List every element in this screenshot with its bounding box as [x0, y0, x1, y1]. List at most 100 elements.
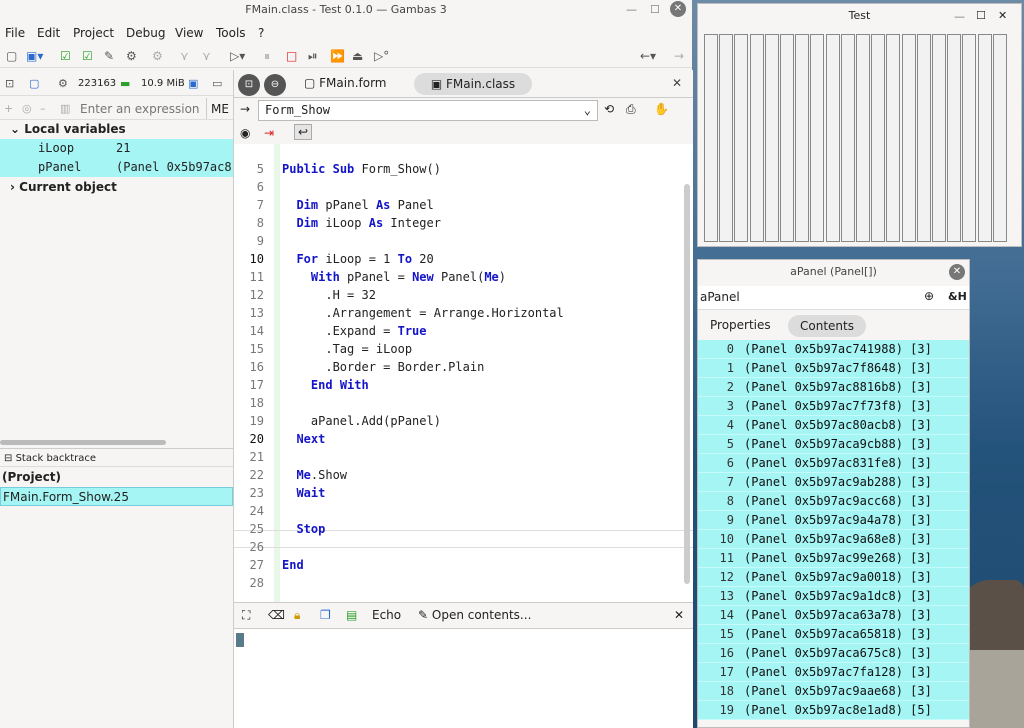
code-line[interactable]: 25 Stop: [234, 520, 693, 538]
array-item-row[interactable]: 16 (Panel 0x5b97aca675c8) [3]: [698, 644, 969, 663]
zoom-icon[interactable]: ⊕: [924, 289, 934, 303]
local-var-row[interactable]: iLoop 21: [0, 139, 233, 158]
print-icon[interactable]: ⎙: [626, 102, 636, 117]
open-project-icon[interactable]: ▣▾: [26, 49, 43, 63]
menu-debug[interactable]: Debug: [126, 26, 165, 40]
expression-field[interactable]: aPanel: [700, 290, 740, 304]
array-item-row[interactable]: 19 (Panel 0x5b97ac8e1ad8) [5]: [698, 701, 969, 720]
edit-icon[interactable]: ✎: [104, 49, 114, 63]
code-line[interactable]: 9: [234, 232, 693, 250]
code-line[interactable]: 12 .H = 32: [234, 286, 693, 304]
code-line[interactable]: 17 End With: [234, 376, 693, 394]
folder-icon[interactable]: ▢: [29, 72, 39, 95]
save-all-icon[interactable]: ☑: [82, 49, 93, 63]
stack-frame-project[interactable]: (Project): [0, 468, 233, 487]
code-line[interactable]: 14 .Expand = True: [234, 322, 693, 340]
array-item-row[interactable]: 5 (Panel 0x5b97aca9cb88) [3]: [698, 435, 969, 454]
code-line[interactable]: 13 .Arrangement = Arrange.Horizontal: [234, 304, 693, 322]
code-line[interactable]: 20 Next: [234, 430, 693, 448]
close-icon[interactable]: ✕: [949, 264, 965, 280]
menu-file[interactable]: File: [5, 26, 25, 40]
array-item-row[interactable]: 15 (Panel 0x5b97aca65818) [3]: [698, 625, 969, 644]
eject-icon[interactable]: ⏏: [352, 49, 363, 63]
tab-fmain-form[interactable]: ▢ FMain.form: [304, 76, 387, 90]
console-icon[interactable]: ⊡: [5, 72, 14, 95]
code-line[interactable]: 24: [234, 502, 693, 520]
code-line[interactable]: 15 .Tag = iLoop: [234, 340, 693, 358]
code-line[interactable]: 23 Wait: [234, 484, 693, 502]
local-var-row[interactable]: pPanel (Panel 0x5b97ac8: [0, 158, 233, 177]
compile-icon[interactable]: ⋎: [180, 49, 189, 63]
code-line[interactable]: 21: [234, 448, 693, 466]
paste-icon[interactable]: ▤: [346, 608, 357, 622]
menu-tools[interactable]: Tools: [216, 26, 246, 40]
local-variables-header[interactable]: ⌄ Local variables: [0, 120, 233, 139]
array-item-row[interactable]: 18 (Panel 0x5b97ac9aae68) [3]: [698, 682, 969, 701]
clear-icon[interactable]: ⌫: [268, 608, 285, 622]
maximize-icon[interactable]: ☐: [650, 3, 660, 16]
forward-icon[interactable]: ⏩: [330, 49, 345, 63]
menu-view[interactable]: View: [175, 26, 203, 40]
step-icon[interactable]: ⏯: [308, 49, 318, 64]
add-watch-icon[interactable]: +: [4, 98, 13, 119]
current-object-header[interactable]: › Current object: [0, 178, 233, 197]
code-line[interactable]: 28: [234, 574, 693, 592]
code-line[interactable]: 18: [234, 394, 693, 412]
menu-help[interactable]: ?: [258, 26, 264, 40]
array-item-row[interactable]: 7 (Panel 0x5b97ac9ab288) [3]: [698, 473, 969, 492]
terminal-icon[interactable]: ⊡: [238, 74, 260, 96]
echo-button[interactable]: Echo: [372, 608, 401, 622]
array-item-row[interactable]: 11 (Panel 0x5b97ac99e268) [3]: [698, 549, 969, 568]
breakpoint-icon[interactable]: ⇥: [264, 126, 274, 140]
refresh-icon[interactable]: ▣: [188, 72, 198, 95]
wrap-icon[interactable]: ↩: [294, 124, 313, 140]
procedure-select[interactable]: Form_Show ⌄: [258, 100, 598, 121]
horizontal-scrollbar[interactable]: [0, 440, 166, 445]
code-line[interactable]: 19 aPanel.Add(pPanel): [234, 412, 693, 430]
menu-project[interactable]: Project: [73, 26, 114, 40]
eye-icon[interactable]: ◎: [22, 98, 32, 119]
tab-fmain-class[interactable]: ▣ FMain.class: [414, 73, 532, 95]
run-to-icon[interactable]: ▷°: [374, 49, 389, 63]
lock-icon[interactable]: 🔒︎: [294, 608, 300, 623]
console-cursor[interactable]: [236, 633, 244, 647]
pause-icon[interactable]: ⏸: [264, 49, 270, 64]
save-icon[interactable]: ☑: [60, 49, 71, 63]
properties-icon[interactable]: ⚙: [126, 49, 137, 63]
stack-frame-current[interactable]: FMain.Form_Show.25: [0, 487, 233, 506]
array-item-row[interactable]: 1 (Panel 0x5b97ac7f8648) [3]: [698, 359, 969, 378]
minimize-icon[interactable]: —: [626, 3, 637, 16]
refresh-icon[interactable]: ⟲: [604, 102, 614, 116]
array-item-row[interactable]: 14 (Panel 0x5b97aca63a78) [3]: [698, 606, 969, 625]
tab-contents[interactable]: Contents: [788, 315, 866, 337]
array-item-row[interactable]: 0 (Panel 0x5b97ac741988) [3]: [698, 340, 969, 359]
close-console-icon[interactable]: ✕: [674, 608, 684, 622]
code-line[interactable]: 6: [234, 178, 693, 196]
code-view[interactable]: 5 Public Sub Form_Show() 6 7 Dim pPanel As …: [234, 144, 693, 602]
array-item-row[interactable]: 17 (Panel 0x5b97ac7fa128) [3]: [698, 663, 969, 682]
array-item-row[interactable]: 3 (Panel 0x5b97ac7f73f8) [3]: [698, 397, 969, 416]
compile-all-icon[interactable]: ⋎: [202, 49, 211, 63]
panel-icon[interactable]: ▭: [212, 72, 222, 95]
back-icon[interactable]: ←▾: [640, 49, 656, 63]
open-contents-button[interactable]: ✎ Open contents...: [418, 608, 531, 622]
array-item-row[interactable]: 13 (Panel 0x5b97ac9a1dc8) [3]: [698, 587, 969, 606]
tab-properties[interactable]: Properties: [710, 318, 771, 332]
settings-icon[interactable]: ⚙: [152, 49, 163, 63]
run-icon[interactable]: ▷▾: [230, 49, 245, 63]
hex-button[interactable]: &H: [948, 290, 967, 303]
trash-icon[interactable]: ▥: [60, 98, 70, 119]
eye-icon[interactable]: ◉: [240, 126, 250, 140]
code-line[interactable]: 8 Dim iLoop As Integer: [234, 214, 693, 232]
code-line[interactable]: 26: [234, 538, 693, 556]
code-line[interactable]: 7 Dim pPanel As Panel: [234, 196, 693, 214]
array-item-row[interactable]: 4 (Panel 0x5b97ac80acb8) [3]: [698, 416, 969, 435]
close-tab-icon[interactable]: ✕: [672, 76, 682, 90]
hand-icon[interactable]: ✋: [654, 102, 669, 116]
close-icon[interactable]: ✕: [670, 1, 686, 17]
stop-icon[interactable]: □: [286, 49, 297, 63]
array-item-row[interactable]: 8 (Panel 0x5b97ac9acc68) [3]: [698, 492, 969, 511]
array-item-row[interactable]: 9 (Panel 0x5b97ac9a4a78) [3]: [698, 511, 969, 530]
remove-icon[interactable]: –: [40, 98, 46, 119]
code-line[interactable]: 10 For iLoop = 1 To 20: [234, 250, 693, 268]
